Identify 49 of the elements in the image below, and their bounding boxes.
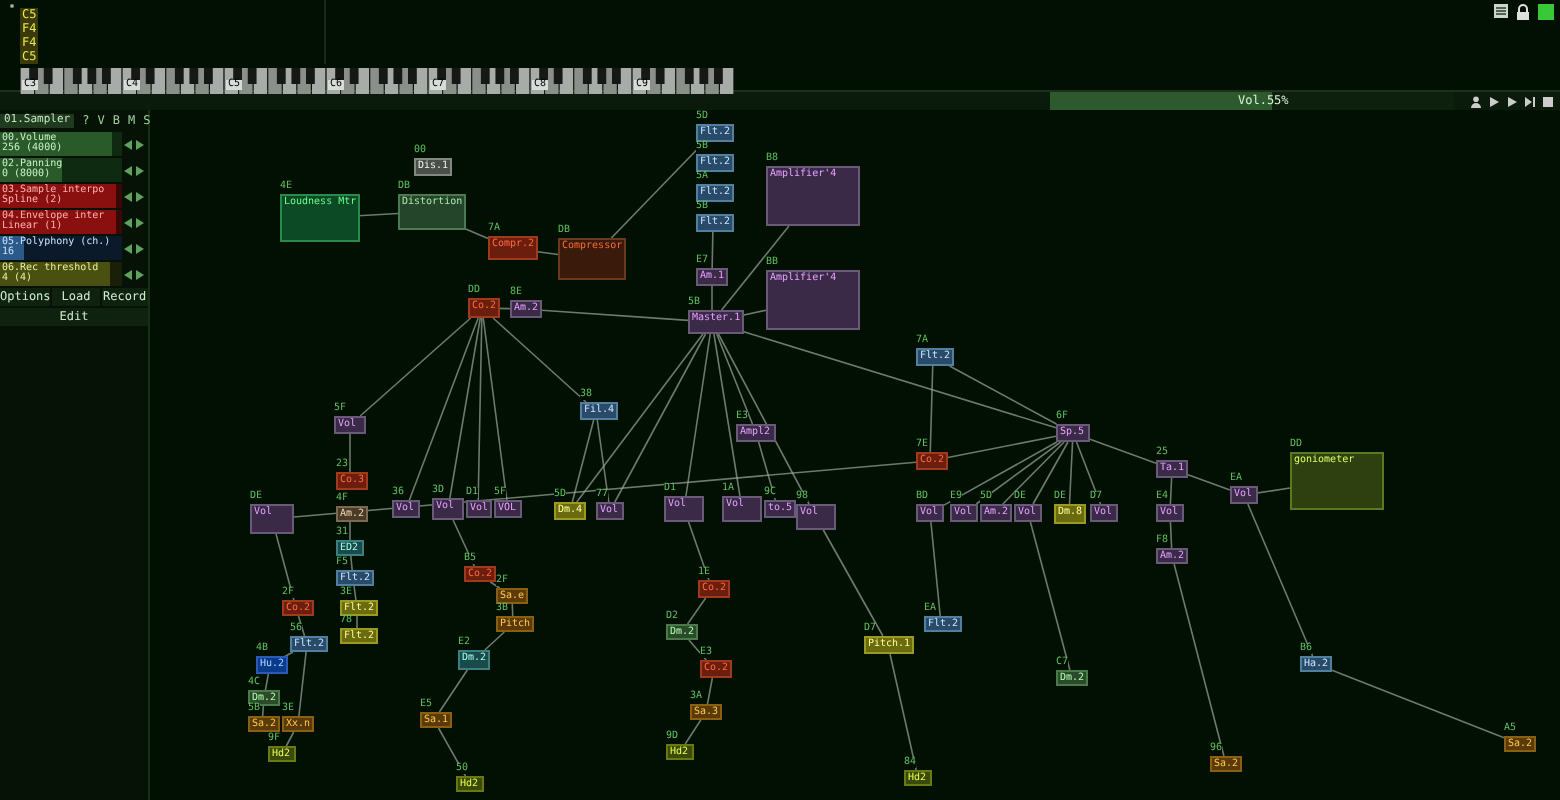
- right-arrow-icon[interactable]: [136, 191, 144, 201]
- connection-line: [350, 555, 353, 571]
- connection-line: [438, 669, 469, 713]
- left-arrow-icon[interactable]: [124, 191, 132, 201]
- connection-line: [687, 521, 710, 581]
- right-arrow-icon[interactable]: [136, 217, 144, 227]
- connection-line: [356, 615, 358, 629]
- connection-line: [349, 521, 351, 541]
- piano-octave-drawing[interactable]: [122, 68, 224, 94]
- piano-octave-drawing[interactable]: [530, 68, 632, 94]
- connection-line: [285, 731, 295, 747]
- left-arrow-icon[interactable]: [124, 269, 132, 279]
- left-arrow-icon[interactable]: [124, 165, 132, 175]
- connection-line: [1169, 477, 1173, 505]
- connection-line: [1257, 487, 1291, 494]
- piano-octave-drawing[interactable]: [428, 68, 530, 94]
- right-arrow-icon[interactable]: [136, 165, 144, 175]
- piano-octave-drawing[interactable]: [224, 68, 326, 94]
- connection-line: [264, 673, 270, 691]
- connection-line: [711, 231, 714, 269]
- connection-line: [298, 651, 307, 717]
- connection-line: [353, 585, 357, 601]
- person-icon[interactable]: [1470, 95, 1482, 107]
- left-arrow-icon[interactable]: [124, 139, 132, 149]
- stop-icon[interactable]: [1542, 95, 1554, 107]
- connection-line: [822, 529, 884, 637]
- piano-octave-drawing[interactable]: [326, 68, 428, 94]
- piano-octave-drawing[interactable]: [632, 68, 734, 94]
- connection-line: [1187, 473, 1231, 491]
- list-icon[interactable]: [1494, 4, 1508, 18]
- connection-line: [711, 285, 713, 311]
- lock-icon[interactable]: [1516, 4, 1530, 20]
- next-icon[interactable]: [1524, 95, 1536, 107]
- connection-line: [1169, 521, 1173, 549]
- connection-line: [889, 653, 917, 771]
- piano-octave-drawing[interactable]: [20, 68, 122, 94]
- connection-line: [686, 597, 707, 625]
- connection-line: [275, 533, 295, 601]
- connection-line: [437, 727, 467, 777]
- connection-line: [706, 677, 714, 705]
- connection-line: [484, 631, 506, 651]
- connection-line: [489, 581, 501, 589]
- left-arrow-icon[interactable]: [124, 217, 132, 227]
- connection-line: [261, 705, 265, 717]
- connection-line: [684, 719, 702, 745]
- right-arrow-icon[interactable]: [136, 139, 144, 149]
- right-arrow-icon[interactable]: [136, 243, 144, 253]
- right-arrow-icon[interactable]: [136, 269, 144, 279]
- left-arrow-icon[interactable]: [124, 243, 132, 253]
